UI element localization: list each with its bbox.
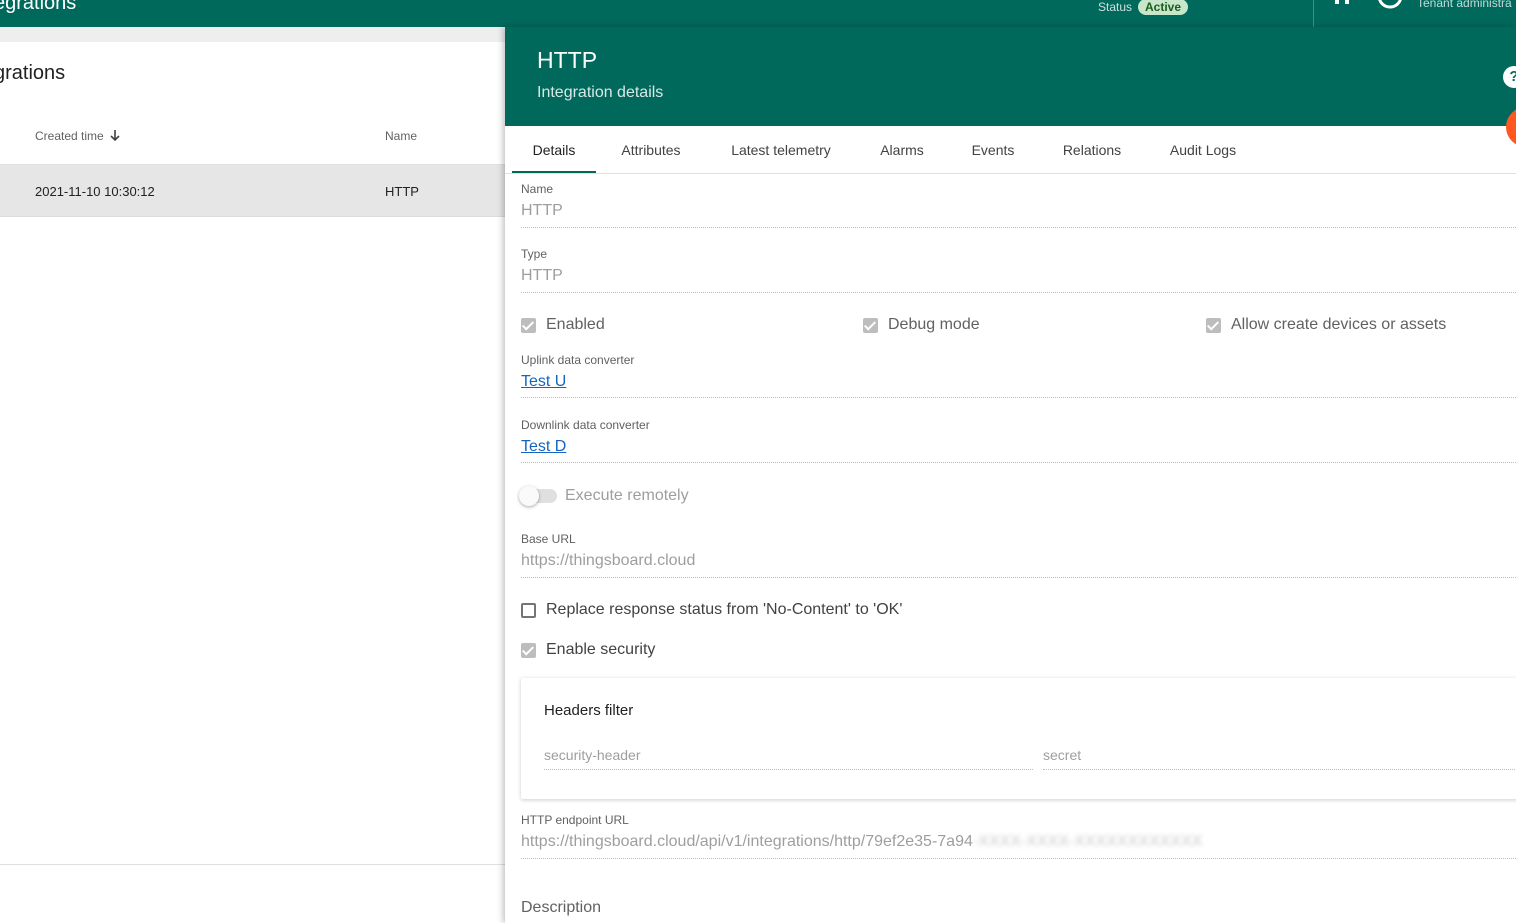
details-tabs: Details Attributes Latest telemetry Alar… [505,126,1516,174]
help-icon[interactable]: ? [1503,66,1516,88]
enabled-checkbox[interactable]: Enabled [521,316,605,334]
table-header-row: Created time Name [0,108,505,165]
toggle-track [519,486,557,506]
checkbox-box [521,602,536,618]
endpoint-url-label: HTTP endpoint URL [521,813,629,827]
uplink-converter-link[interactable]: Test U [521,373,566,391]
integration-details-panel: HTTP Integration details ? Details Attri… [505,27,1516,923]
tab-details[interactable]: Details [512,126,596,174]
enable-security-label: Enable security [546,641,656,658]
base-url-field[interactable]: https://thingsboard.cloud [521,552,695,570]
name-label: Name [521,182,554,196]
tab-relations[interactable]: Relations [1052,126,1132,174]
tab-latest-telemetry[interactable]: Latest telemetry [720,126,842,174]
execute-remotely-label: Execute remotely [565,487,689,504]
arrow-down-icon [110,130,120,142]
details-title: HTTP [537,47,598,73]
header-value-input[interactable]: secret [1043,747,1081,763]
downlink-label: Downlink data converter [521,418,650,432]
allow-create-checkbox[interactable]: Allow create devices or assets [1206,316,1446,334]
header-value-underline [1043,769,1516,770]
paginator-divider [0,864,505,865]
page-title: grations [0,62,66,84]
allow-create-label: Allow create devices or assets [1231,316,1447,333]
downlink-underline [521,462,1516,463]
endpoint-url-underline [521,858,1516,859]
checkbox-box [1206,317,1221,333]
tab-audit-logs[interactable]: Audit Logs [1162,126,1244,174]
uplink-label: Uplink data converter [521,353,635,367]
type-field[interactable]: HTTP [521,267,563,285]
header-key-underline [544,769,1033,770]
table-row[interactable]: 2021-11-10 10:30:12 HTTP [0,165,505,217]
headers-filter-card: Headers filter security-header secret [521,678,1516,799]
name-field[interactable]: HTTP [521,202,563,220]
column-header-name[interactable]: Name [385,129,417,143]
checkbox-box [521,317,536,333]
details-header: HTTP Integration details ? [505,27,1516,147]
checkbox-box [863,317,878,333]
active-tab-indicator [512,171,596,173]
replace-status-label: Replace response status from 'No-Content… [546,601,903,618]
endpoint-url-text: https://thingsboard.cloud/api/v1/integra… [521,833,973,850]
column-header-label: Created time [35,129,104,143]
checkbox-box [521,642,536,658]
uplink-underline [521,397,1516,398]
enable-security-checkbox[interactable]: Enable security [521,641,655,659]
debug-mode-label: Debug mode [888,316,980,333]
status-label: Status [1098,0,1133,14]
base-url-label: Base URL [521,532,576,546]
execute-remotely-toggle[interactable]: Execute remotely [519,486,689,506]
enabled-label: Enabled [546,316,605,333]
toolbar-divider [1313,0,1314,27]
name-underline [521,227,1516,228]
description-label: Description [521,899,602,916]
details-subtitle: Integration details [537,84,664,101]
toggle-thumb [519,486,539,506]
integrations-list-panel: grations Created time Name 2021-11-10 10… [0,42,505,923]
endpoint-url-field[interactable]: https://thingsboard.cloud/api/v1/integra… [521,833,1202,851]
header-key-input[interactable]: security-header [544,747,641,763]
tab-attributes[interactable]: Attributes [608,126,694,174]
replace-status-checkbox[interactable]: Replace response status from 'No-Content… [521,601,902,619]
headers-filter-title: Headers filter [544,702,634,719]
user-role: Tenant administra [1417,0,1512,10]
cell-name: HTTP [385,184,419,199]
account-circle-icon[interactable] [1376,0,1404,10]
debug-mode-checkbox[interactable]: Debug mode [863,316,980,334]
base-url-underline [521,577,1516,578]
downlink-converter-link[interactable]: Test D [521,438,566,456]
app-title: egrations [0,0,77,14]
status-badge: Active [1138,0,1189,15]
endpoint-url-redacted: -XXXX-XXXX-XXXXXXXXXXXX [972,833,1203,850]
tab-events[interactable]: Events [964,126,1022,174]
tab-alarms[interactable]: Alarms [870,126,934,174]
top-toolbar: egrations Status Active Tenant administr… [0,0,1516,27]
fullscreen-icon[interactable] [1335,0,1349,4]
type-underline [521,292,1516,293]
cell-created-time: 2021-11-10 10:30:12 [35,184,155,199]
type-label: Type [521,247,548,261]
column-header-created-time[interactable]: Created time [35,129,120,143]
